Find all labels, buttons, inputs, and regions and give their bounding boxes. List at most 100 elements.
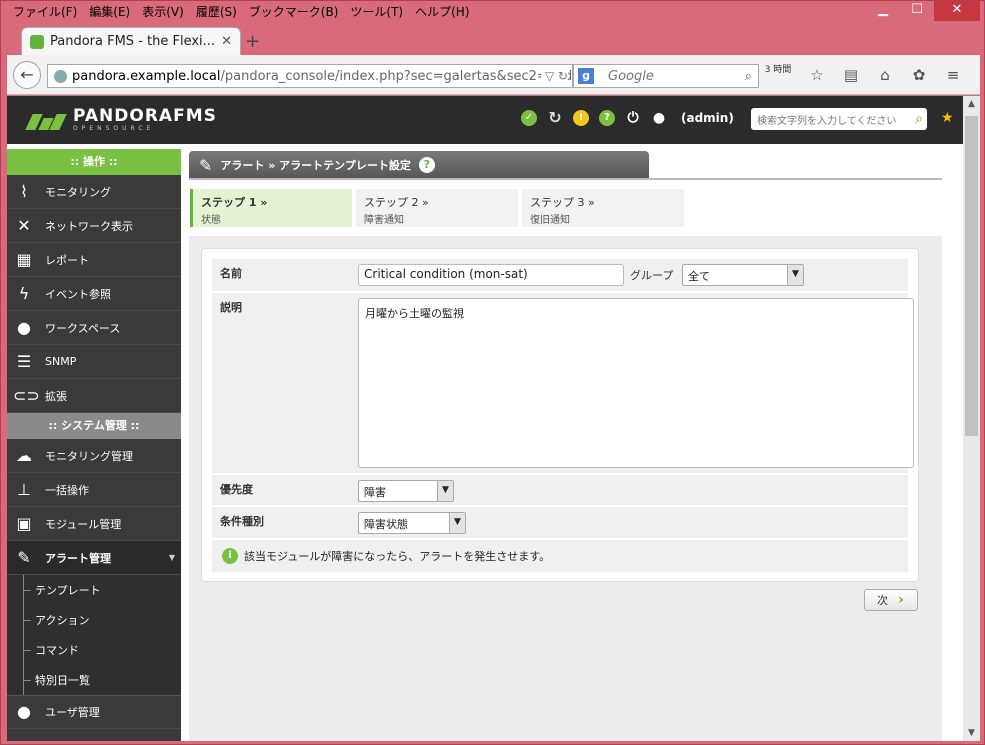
close-tab-icon[interactable]: ✕ [221, 34, 232, 49]
sidebar-item-snmp[interactable]: ☰ SNMP [7, 345, 181, 379]
sidebar-subitem-commands[interactable]: コマンド [7, 635, 181, 665]
sidebar-item-alerts[interactable]: ✎ アラート管理 ▼ [7, 541, 181, 575]
next-button[interactable]: 次 › [864, 589, 918, 611]
browser-toolbar: 3 時間 ☆ ▤ ⌂ ✿ ≡ [763, 65, 963, 85]
url-path: /pandora_console/index.php?sec=galertas&… [220, 68, 573, 84]
menu-edit[interactable]: 編集(E) [83, 3, 136, 23]
sidebar-item-label: アラート管理 [45, 551, 111, 565]
warning-icon[interactable]: ! [573, 110, 589, 126]
bookmark-star-icon[interactable]: ☆ [807, 65, 827, 85]
browser-tab[interactable]: Pandora FMS - the Flexi... ✕ [21, 27, 241, 55]
group-select[interactable]: 全て ▼ [682, 264, 804, 286]
menu-file[interactable]: ファイル(F) [7, 3, 83, 23]
reload-icon[interactable]: ▽ ↻ [540, 69, 568, 83]
scroll-thumb[interactable] [965, 116, 978, 436]
scroll-up-icon[interactable]: ▲ [963, 99, 980, 109]
step-title: ステップ 2 » [364, 196, 429, 209]
row-condition: 条件種別 障害状態 ▼ [212, 507, 908, 538]
row-description: 説明 月曜から土曜の監視 [212, 293, 914, 473]
search-icon[interactable]: ⌕ [745, 69, 752, 84]
info-text: 該当モジュールが障害になったら、アラートを発生させます。 [244, 550, 551, 563]
navigation-bar: ← pandora.example.local /pandora_console… [7, 55, 980, 95]
priority-select[interactable]: 障害 ▼ [358, 480, 454, 502]
close-window-button[interactable]: ✕ [934, 1, 980, 21]
minimize-button[interactable]: ▁ [866, 1, 900, 21]
sidebar-item-reports[interactable]: ▦ レポート [7, 243, 181, 277]
step-3[interactable]: ステップ 3 » 復旧通知 [522, 189, 684, 227]
page-scrollbar[interactable]: ▲ ▼ [963, 96, 980, 741]
hierarchy-icon: ⊥ [17, 479, 31, 499]
header-search-placeholder: 検索文字列を入力してください [757, 115, 897, 127]
sidebar-item-modules[interactable]: ▣ モジュール管理 [7, 507, 181, 541]
sidebar-item-bulk[interactable]: ⊥ 一括操作 [7, 473, 181, 507]
sidebar-item-workspace[interactable]: ● ワークスペース [7, 311, 181, 345]
sidebar-subitem-special-days[interactable]: 特別日一覧 [7, 665, 181, 695]
pandora-logo[interactable]: PANDORAFMS OPENSOURCE [25, 108, 217, 132]
browser-search[interactable]: g Google ⌕ [573, 64, 759, 88]
help-icon[interactable]: ? [599, 110, 615, 126]
search-placeholder: Google [608, 68, 654, 84]
status-ok-icon[interactable]: ✓ [521, 110, 537, 126]
info-icon: i [222, 548, 238, 564]
lightning-icon: ϟ [18, 283, 30, 303]
section-administration[interactable]: :: システム管理 :: [7, 413, 181, 439]
menu-help[interactable]: ヘルプ(H) [409, 3, 475, 23]
sidebar-item-monitoring-admin[interactable]: ☁ モニタリング管理 [7, 439, 181, 473]
chevron-down-icon: ▼ [168, 553, 175, 562]
menu-bookmarks[interactable]: ブックマーク(B) [243, 3, 345, 23]
scroll-down-icon[interactable]: ▼ [963, 728, 980, 738]
sidebar-item-label: モジュール管理 [45, 517, 122, 531]
sidebar-item-network[interactable]: ✕ ネットワーク表示 [7, 209, 181, 243]
step-2[interactable]: ステップ 2 » 障害通知 [356, 189, 518, 227]
sidebar-item-events[interactable]: ϟ イベント参照 [7, 277, 181, 311]
hamburger-menu-icon[interactable]: ≡ [943, 65, 963, 85]
sidebar-subitem-templates[interactable]: テンプレート [7, 575, 181, 605]
sidebar-item-label: モニタリング管理 [45, 449, 133, 463]
menu-tools[interactable]: ツール(T) [344, 3, 409, 23]
priority-selected: 障害 [364, 486, 386, 499]
info-message: i 該当モジュールが障害になったら、アラートを発生させます。 [212, 540, 908, 572]
url-host: pandora.example.local [72, 68, 221, 84]
header-search-icon[interactable]: ⌕ [915, 111, 923, 127]
menu-view[interactable]: 表示(V) [136, 3, 190, 23]
description-textarea[interactable]: 月曜から土曜の監視 [358, 298, 914, 468]
new-tab-icon[interactable]: + [245, 31, 260, 52]
maximize-button[interactable]: ☐ [900, 1, 934, 21]
url-bar[interactable]: pandora.example.local /pandora_console/i… [47, 64, 573, 88]
refresh-icon[interactable]: ↻ [547, 110, 563, 126]
admin-username[interactable]: (admin) [681, 111, 734, 125]
back-button[interactable]: ← [13, 61, 41, 89]
logout-icon[interactable]: ⏻ [625, 110, 641, 126]
sidebar-item-label: 一括操作 [45, 483, 89, 497]
wizard-steps: ステップ 1 » 状態 ステップ 2 » 障害通知 ステップ 3 » 復旧通知 [190, 189, 684, 227]
sidebar-item-users[interactable]: ● ユーザ管理 [7, 695, 181, 729]
network-icon: ✕ [17, 215, 31, 235]
addon-icon[interactable]: ✿ [909, 65, 929, 85]
logo-mark-icon [25, 110, 69, 130]
chevron-down-icon: ▼ [437, 481, 453, 501]
list-icon: ☰ [16, 351, 32, 371]
menu-history[interactable]: 履歴(S) [190, 3, 243, 23]
condition-label: 条件種別 [220, 515, 264, 528]
step-subtitle: 障害通知 [364, 215, 404, 226]
sidebar-item-label: ネットワーク表示 [45, 219, 133, 233]
sidebar-item-extensions[interactable]: ⊂⊃ 拡張 [7, 379, 181, 413]
home-icon[interactable]: ⌂ [875, 65, 895, 85]
sidebar-subitem-actions[interactable]: アクション [7, 605, 181, 635]
user-icon[interactable]: ● [651, 110, 667, 126]
name-input[interactable]: Critical condition (mon-sat) [358, 264, 624, 286]
sidebar-item-label: モニタリング [45, 185, 111, 199]
alert-icon: ✎ [17, 547, 31, 567]
session-badge[interactable]: 3 時間 [763, 65, 793, 85]
section-operation[interactable]: :: 操作 :: [7, 149, 181, 175]
condition-select[interactable]: 障害状態 ▼ [358, 512, 466, 534]
favorite-star-icon[interactable]: ★ [941, 110, 954, 126]
help-icon[interactable]: ? [418, 157, 435, 173]
tab-strip: Pandora FMS - the Flexi... ✕ + [7, 25, 978, 55]
reading-list-icon[interactable]: ▤ [841, 65, 861, 85]
step-1[interactable]: ステップ 1 » 状態 [190, 189, 352, 227]
chevron-right-icon: › [898, 592, 904, 608]
header-search-input[interactable]: 検索文字列を入力してください ⌕ [751, 108, 927, 130]
sidebar-item-monitoring[interactable]: ⌇ モニタリング [7, 175, 181, 209]
sidebar-item-label: SNMP [45, 355, 77, 368]
